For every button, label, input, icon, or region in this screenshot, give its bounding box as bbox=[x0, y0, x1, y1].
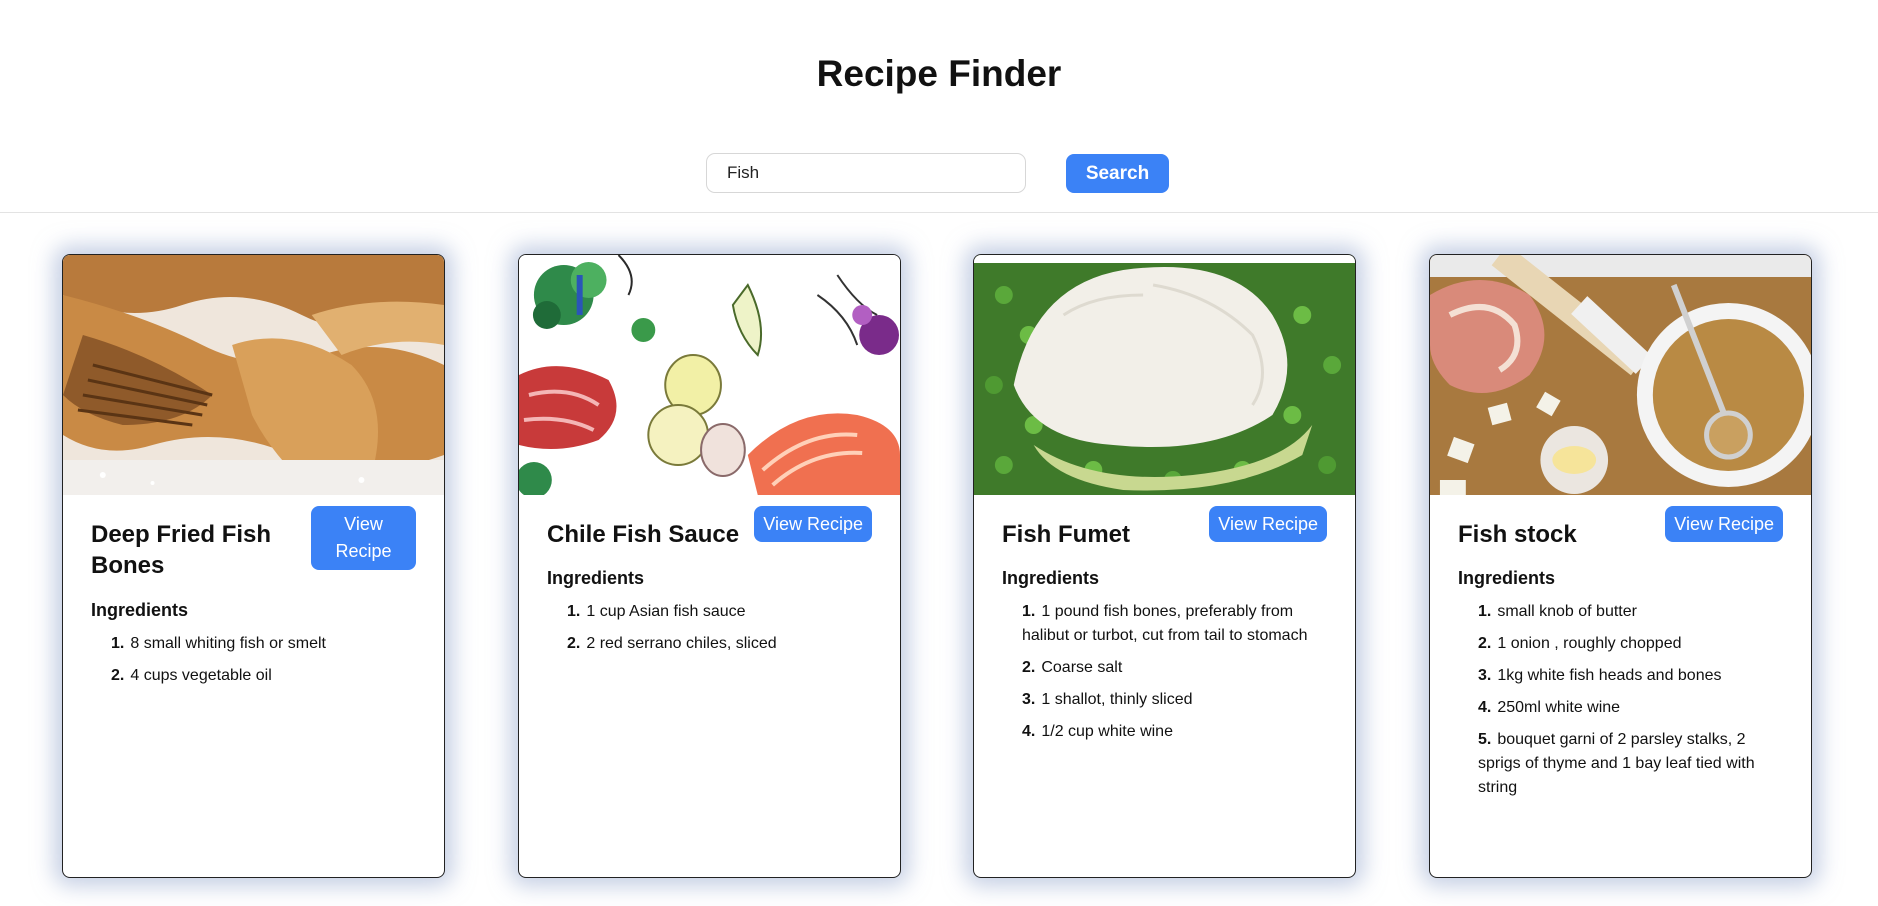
recipe-card: Deep Fried Fish Bones View Recipe Ingred… bbox=[62, 254, 445, 878]
ingredient-text: 1 cup Asian fish sauce bbox=[586, 603, 746, 620]
ingredient-text: 8 small whiting fish or smelt bbox=[130, 635, 326, 652]
recipe-title: Deep Fried Fish Bones bbox=[91, 521, 272, 579]
ingredient-number: 1. bbox=[1478, 603, 1492, 620]
ingredients-section: Ingredients 1. small knob of butter 2. 1 o… bbox=[1458, 567, 1783, 808]
view-recipe-button[interactable]: View Recipe bbox=[1665, 506, 1783, 542]
recipe-image bbox=[519, 255, 900, 495]
page-title: Recipe Finder bbox=[816, 53, 1062, 94]
ingredient-number: 2. bbox=[111, 667, 125, 684]
ingredient-number: 4. bbox=[1478, 699, 1492, 716]
search-input[interactable] bbox=[706, 153, 1026, 193]
ingredient-item: 1. 1 cup Asian fish sauce bbox=[567, 600, 872, 624]
ingredients-list: 1. 8 small whiting fish or smelt 2. 4 cups… bbox=[91, 632, 416, 688]
view-recipe-button[interactable]: View Recipe bbox=[754, 506, 872, 542]
ingredient-text: small knob of butter bbox=[1497, 603, 1637, 620]
ingredient-text: 1/2 cup white wine bbox=[1041, 723, 1173, 740]
ingredient-item: 1. 8 small whiting fish or smelt bbox=[111, 632, 416, 656]
ingredients-list: 1. 1 pound fish bones, preferably from ha… bbox=[1002, 600, 1327, 744]
ingredient-item: 3. 1kg white fish heads and bones bbox=[1478, 664, 1783, 688]
ingredient-item: 5. bouquet garni of 2 parsley stalks, 2 s… bbox=[1478, 728, 1783, 800]
ingredients-heading: Ingredients bbox=[91, 600, 189, 620]
ingredient-number: 4. bbox=[1022, 723, 1036, 740]
ingredient-text: bouquet garni of 2 parsley stalks, 2 spr… bbox=[1478, 731, 1755, 796]
ingredient-number: 1. bbox=[1022, 603, 1036, 620]
ingredient-number: 3. bbox=[1478, 667, 1492, 684]
ingredient-item: 2. 4 cups vegetable oil bbox=[111, 664, 416, 688]
ingredient-item: 2. Coarse salt bbox=[1022, 656, 1327, 680]
recipe-title: Fish stock bbox=[1458, 521, 1577, 548]
ingredient-item: 4. 250ml white wine bbox=[1478, 696, 1783, 720]
ingredient-number: 3. bbox=[1022, 691, 1036, 708]
ingredients-section: Ingredients 1. 1 cup Asian fish sauce 2. 2… bbox=[547, 567, 872, 664]
ingredient-text: Coarse salt bbox=[1041, 659, 1123, 676]
recipe-title: Chile Fish Sauce bbox=[547, 521, 740, 548]
recipe-grid: Deep Fried Fish Bones View Recipe Ingred… bbox=[0, 254, 1878, 880]
ingredient-number: 2. bbox=[567, 635, 581, 652]
ingredient-item: 4. 1/2 cup white wine bbox=[1022, 720, 1327, 744]
ingredient-item: 3. 1 shallot, thinly sliced bbox=[1022, 688, 1327, 712]
ingredient-text: 1 shallot, thinly sliced bbox=[1041, 691, 1193, 708]
ingredients-section: Ingredients 1. 1 pound fish bones, prefer… bbox=[1002, 567, 1327, 752]
ingredient-text: 2 red serrano chiles, sliced bbox=[586, 635, 777, 652]
recipe-image bbox=[63, 255, 444, 495]
ingredients-heading: Ingredients bbox=[1002, 568, 1100, 588]
ingredient-number: 1. bbox=[567, 603, 581, 620]
view-recipe-button[interactable]: View Recipe bbox=[311, 506, 416, 570]
ingredients-list: 1. 1 cup Asian fish sauce 2. 2 red serrano… bbox=[547, 600, 872, 656]
search-button[interactable]: Search bbox=[1066, 154, 1169, 193]
ingredient-item: 2. 1 onion , roughly chopped bbox=[1478, 632, 1783, 656]
ingredients-heading: Ingredients bbox=[547, 568, 645, 588]
ingredient-item: 1. 1 pound fish bones, preferably from ha… bbox=[1022, 600, 1327, 648]
view-recipe-button[interactable]: View Recipe bbox=[1209, 506, 1327, 542]
recipe-card: Fish stock View Recipe Ingredients 1. sma… bbox=[1429, 254, 1812, 878]
recipe-card: Chile Fish Sauce View Recipe Ingredients… bbox=[518, 254, 901, 878]
recipe-title: Fish Fumet bbox=[1002, 521, 1131, 548]
ingredient-number: 2. bbox=[1022, 659, 1036, 676]
ingredient-number: 1. bbox=[111, 635, 125, 652]
ingredient-text: 1kg white fish heads and bones bbox=[1497, 667, 1722, 684]
ingredients-list: 1. small knob of butter 2. 1 onion , rough… bbox=[1458, 600, 1783, 800]
recipe-image bbox=[1430, 255, 1811, 495]
ingredient-number: 5. bbox=[1478, 731, 1492, 748]
ingredient-text: 4 cups vegetable oil bbox=[130, 667, 272, 684]
ingredient-text: 250ml white wine bbox=[1497, 699, 1621, 716]
ingredient-text: 1 pound fish bones, preferably from hali… bbox=[1022, 603, 1308, 644]
recipe-card: Fish Fumet View Recipe Ingredients 1. 1 p… bbox=[973, 254, 1356, 878]
ingredient-item: 2. 2 red serrano chiles, sliced bbox=[567, 632, 872, 656]
recipe-image bbox=[974, 255, 1355, 495]
ingredient-text: 1 onion , roughly chopped bbox=[1497, 635, 1682, 652]
ingredient-item: 1. small knob of butter bbox=[1478, 600, 1783, 624]
ingredient-number: 2. bbox=[1478, 635, 1492, 652]
header: Recipe Finder Search bbox=[0, 0, 1878, 213]
ingredients-heading: Ingredients bbox=[1458, 568, 1556, 588]
ingredients-section: Ingredients 1. 8 small whiting fish or sm… bbox=[91, 599, 416, 696]
